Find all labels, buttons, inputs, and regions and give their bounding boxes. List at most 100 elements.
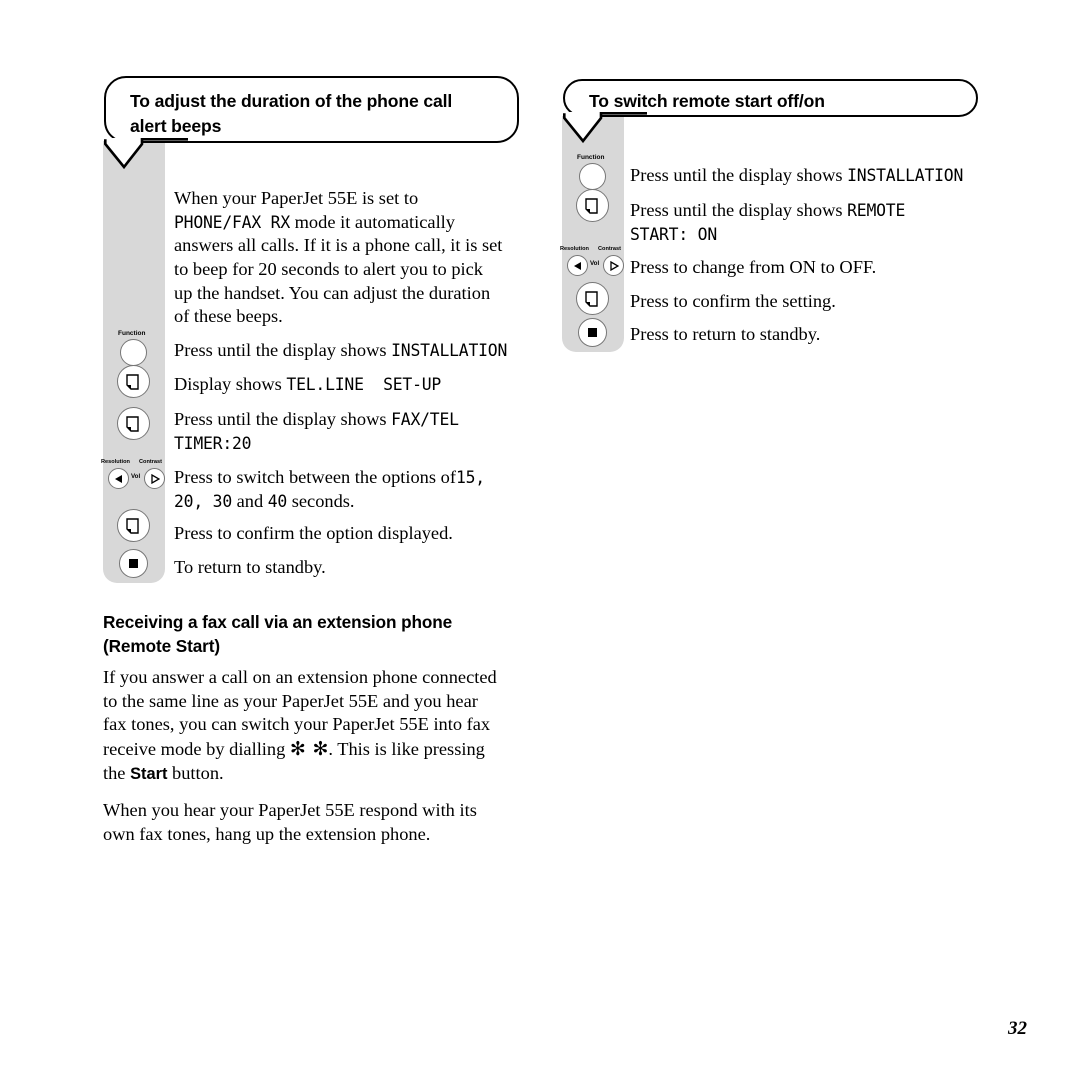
left-callout-title-line1: To adjust the duration of the phone call: [130, 91, 453, 111]
remote-start-paragraph-1: If you answer a call on an extension pho…: [103, 666, 533, 785]
page-icon: [585, 290, 598, 307]
start-button-word: Start: [130, 764, 168, 783]
left-arrow-icon: [573, 261, 581, 270]
left-step-2-pre: Display shows: [174, 374, 287, 394]
stop-button[interactable]: [578, 318, 607, 347]
stop-square-icon: [129, 559, 138, 568]
function-label: Function: [577, 154, 605, 161]
right-step-2-lcd: REMOTE: [847, 201, 906, 220]
p1-line2: to the same line as your PaperJet 55E an…: [103, 690, 478, 711]
left-callout-title-line2: alert beeps: [130, 115, 222, 136]
intro-line2-post: mode it automatically: [290, 211, 455, 232]
contrast-label: Contrast: [139, 459, 162, 465]
remote-start-paragraph-2: When you hear your PaperJet 55E respond …: [103, 799, 533, 846]
left-callout-title: To adjust the duration of the phone call…: [130, 89, 510, 139]
remote-start-subheading: Receiving a fax call via an extension ph…: [103, 611, 523, 658]
p1-line5-post: button.: [167, 762, 224, 783]
manual-page: To adjust the duration of the phone call…: [0, 0, 1080, 1080]
right-step-4-text: Press to confirm the setting.: [630, 290, 836, 314]
page-icon: [126, 517, 139, 534]
left-step-4-lcd-line2b: 40: [267, 492, 288, 512]
right-step-5-pre: Press to return to standby.: [630, 324, 821, 344]
vol-label: Vol: [590, 260, 600, 267]
right-step-2-lcd-line2: START: ON: [630, 225, 718, 245]
contrast-right-arrow-button[interactable]: [144, 468, 165, 489]
right-control-panel: [562, 116, 624, 352]
page-button-1[interactable]: [117, 365, 150, 398]
resolution-left-arrow-button[interactable]: [567, 255, 588, 276]
page-button-2[interactable]: [576, 282, 609, 315]
resolution-label: Resolution: [560, 246, 589, 252]
left-step-2-lcd: TEL.LINE SET-UP: [286, 375, 442, 394]
resolution-left-arrow-button[interactable]: [108, 468, 129, 489]
subhead-line1: Receiving a fax call via an extension ph…: [103, 612, 453, 632]
right-arrow-icon: [150, 473, 160, 484]
right-step-3-pre: Press to change from ON to OFF.: [630, 257, 877, 277]
page-icon: [126, 373, 139, 390]
p1-line4-post: . This is like pressing: [328, 738, 485, 759]
left-step-4-pre: Press to switch between the options of: [174, 467, 456, 487]
page-button-3[interactable]: [117, 509, 150, 542]
contrast-right-arrow-button[interactable]: [603, 255, 624, 276]
left-step-3-pre: Press until the display shows: [174, 409, 392, 429]
left-intro-paragraph: When your PaperJet 55E is set to PHONE/F…: [174, 187, 524, 329]
left-arrow-icon: [114, 474, 122, 483]
intro-line5: up the handset. You can adjust the durat…: [174, 282, 491, 303]
right-step-3-text: Press to change from ON to OFF.: [630, 256, 876, 280]
left-step-6-pre: To return to standby.: [174, 557, 326, 577]
left-step-5-pre: Press to confirm the option displayed.: [174, 523, 453, 543]
left-step-1-pre: Press until the display shows: [174, 340, 392, 360]
page-button-1[interactable]: [576, 189, 609, 222]
right-step-2-text: Press until the display shows REMOTE STA…: [630, 198, 905, 247]
left-step-2-text: Display shows TEL.LINE SET-UP: [174, 373, 441, 397]
right-arrow-pair-group: Resolution Contrast Vol: [559, 246, 627, 279]
left-step-4-mid: and: [232, 491, 268, 512]
page-button-2[interactable]: [117, 407, 150, 440]
asterisk-asterisk: ✻ ✻: [289, 737, 329, 760]
page-icon: [585, 197, 598, 214]
p2-line2: own fax tones, hang up the extension pho…: [103, 823, 431, 844]
stop-button[interactable]: [119, 549, 148, 578]
right-step-4-pre: Press to confirm the setting.: [630, 291, 836, 311]
right-step-1-text: Press until the display shows INSTALLATI…: [630, 164, 963, 188]
left-step-3-text: Press until the display shows FAX/TEL TI…: [174, 407, 459, 456]
left-arrow-pair-group: Resolution Contrast Vol: [100, 459, 168, 492]
p1-line1: If you answer a call on an extension pho…: [103, 667, 497, 687]
intro-line3: answers all calls. If it is a phone call…: [174, 235, 503, 256]
right-callout-title: To switch remote start off/on: [589, 91, 825, 111]
left-step-6-text: To return to standby.: [174, 556, 326, 580]
left-step-4-lcd-line2a: 20, 30: [174, 492, 233, 512]
left-callout-tail: [104, 138, 188, 170]
p1-line3: fax tones, you can switch your PaperJet …: [103, 714, 491, 735]
right-step-2-pre: Press until the display shows: [630, 200, 848, 220]
right-step-1-pre: Press until the display shows: [630, 165, 848, 185]
intro-line1: When your PaperJet 55E is set to: [174, 188, 419, 208]
left-step-1-lcd: INSTALLATION: [391, 341, 508, 360]
left-step-5-text: Press to confirm the option displayed.: [174, 522, 453, 546]
left-step-4-text: Press to switch between the options of15…: [174, 465, 485, 514]
function-button[interactable]: [579, 163, 606, 190]
vol-label: Vol: [131, 473, 141, 480]
intro-line4: to beep for 20 seconds to alert you to p…: [174, 258, 483, 279]
page-icon: [126, 415, 139, 432]
stop-square-icon: [588, 328, 597, 337]
contrast-label: Contrast: [598, 246, 621, 252]
left-step-3-lcd-line2: TIMER:20: [174, 434, 252, 454]
left-step-1-text: Press until the display shows INSTALLATI…: [174, 339, 507, 363]
right-arrow-icon: [609, 260, 619, 271]
left-callout-box: To adjust the duration of the phone call…: [104, 76, 519, 143]
function-button[interactable]: [120, 339, 147, 366]
p2-line1: When you hear your PaperJet 55E respond …: [103, 800, 477, 820]
left-step-3-lcd: FAX/TEL: [391, 410, 459, 429]
right-callout-tail: [563, 112, 647, 144]
p1-line4-pre: receive mode by dialling: [103, 738, 290, 759]
left-step-4-post: seconds.: [287, 491, 355, 512]
left-step-4-lcd: 15,: [455, 468, 485, 487]
intro-line6: of these beeps.: [174, 306, 283, 327]
function-label: Function: [118, 330, 146, 337]
right-step-5-text: Press to return to standby.: [630, 323, 820, 347]
p1-line5-pre: the: [103, 762, 131, 783]
page-number: 32: [1008, 1018, 1027, 1039]
subhead-line2: (Remote Start): [103, 635, 221, 656]
right-step-1-lcd: INSTALLATION: [847, 166, 964, 185]
